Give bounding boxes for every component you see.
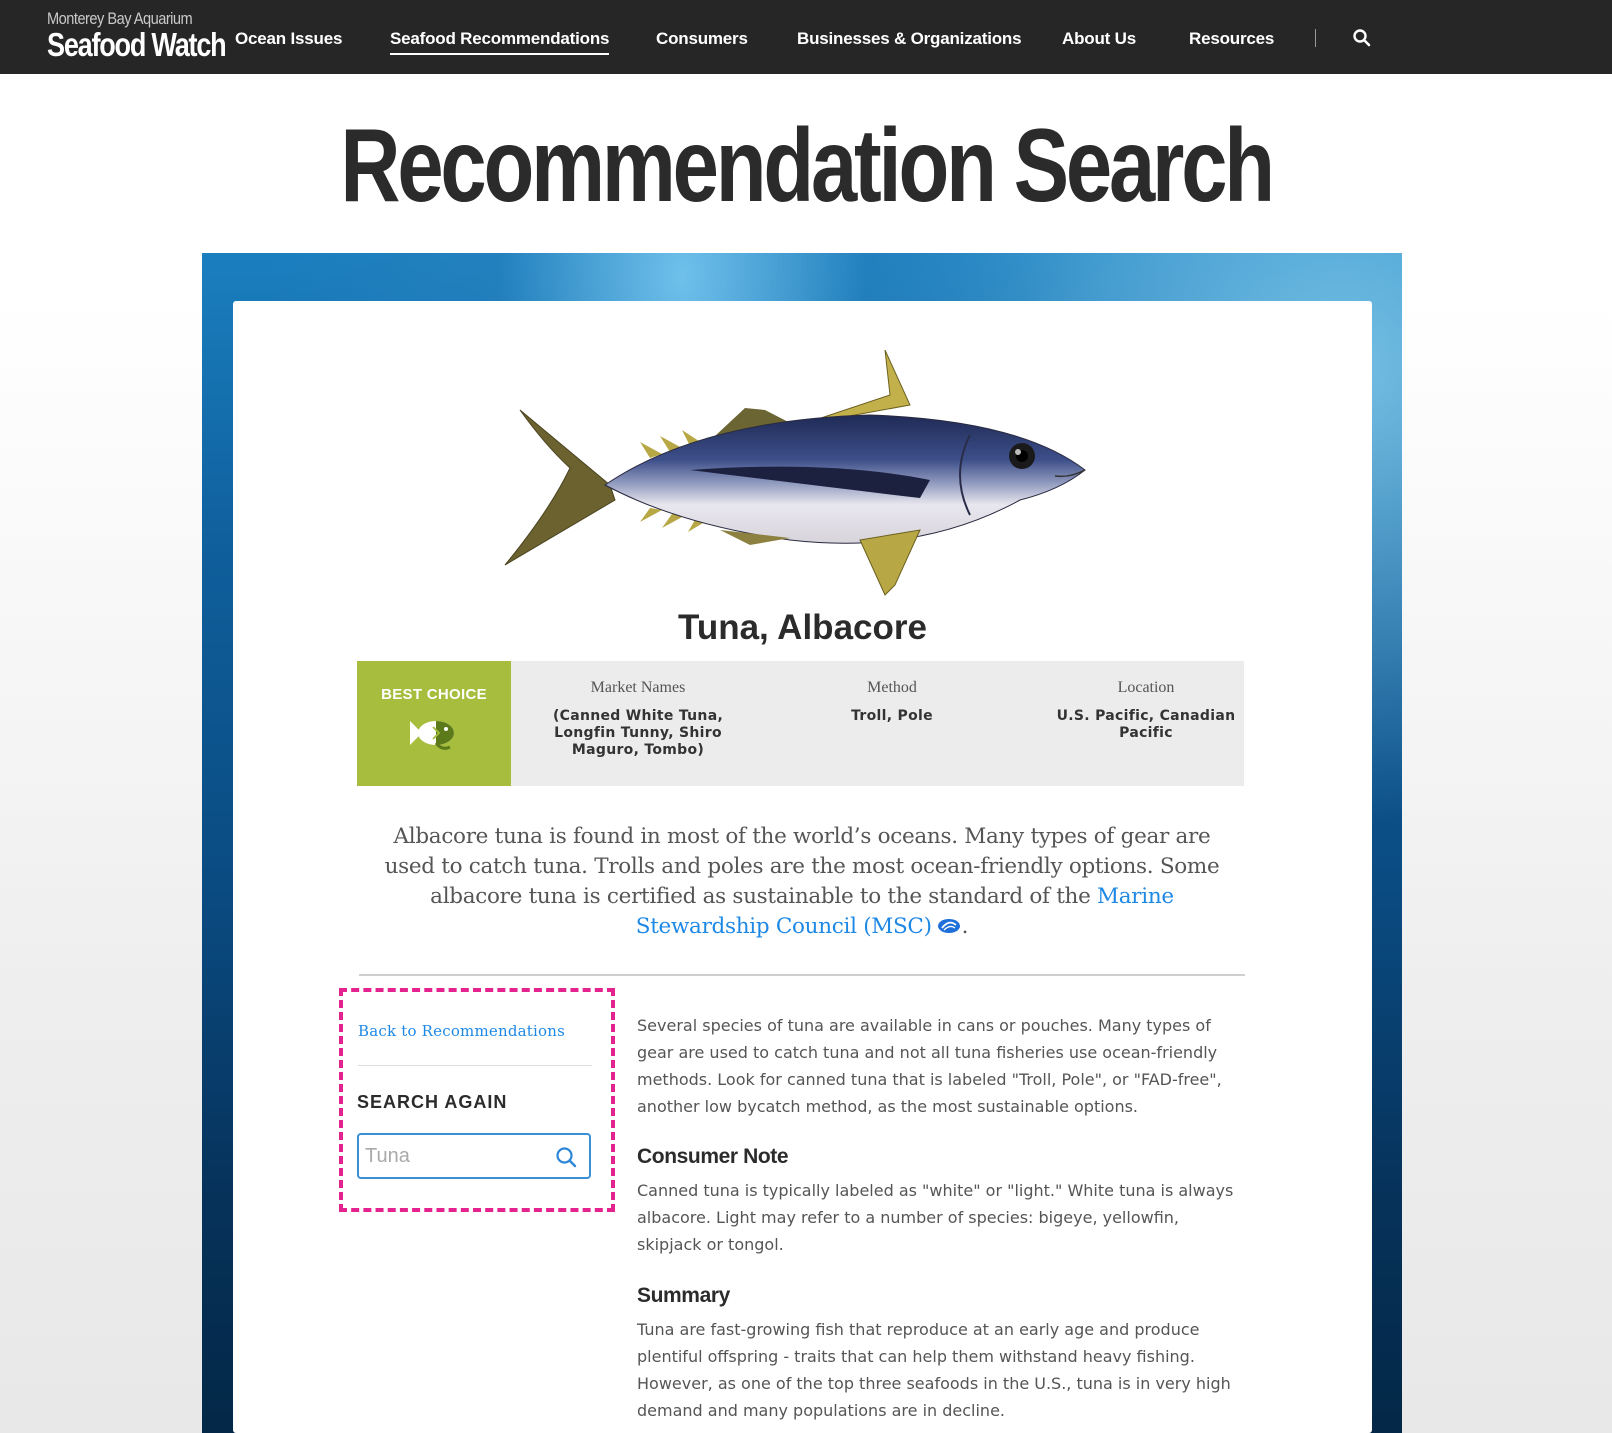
method-label: Method [867, 679, 917, 696]
nav-businesses-organizations[interactable]: Businesses & Organizations [797, 29, 1022, 49]
sidebar-divider [358, 1065, 592, 1066]
market-names-value: (Canned White Tuna, Longfin Tunny, Shiro… [552, 708, 724, 758]
logo-title: Seafood Watch [47, 26, 227, 63]
nav-seafood-recommendations[interactable]: Seafood Recommendations [390, 29, 609, 55]
summary-heading: Summary [637, 1284, 730, 1307]
nav-about-us[interactable]: About Us [1062, 29, 1136, 49]
fish-icon [410, 721, 454, 750]
search-again-field [357, 1133, 591, 1179]
species-intro: Albacore tuna is found in most of the wo… [372, 822, 1232, 942]
msc-logo-icon [937, 919, 960, 933]
method-value: Troll, Pole [851, 708, 933, 724]
consumer-note-text: Canned tuna is typically labeled as "whi… [637, 1181, 1234, 1254]
nav-consumers[interactable]: Consumers [656, 29, 748, 49]
location-value: U.S. Pacific, Canadian Pacific [1056, 708, 1236, 741]
location-column: Location U.S. Pacific, Canadian Pacific [1019, 679, 1273, 742]
page-title: Recommendation Search [340, 108, 1275, 224]
intro-end: . [961, 914, 969, 939]
method-column: Method Troll, Pole [765, 679, 1019, 725]
back-to-recommendations-link[interactable]: Back to Recommendations [358, 1022, 565, 1040]
summary-text: Tuna are fast-growing fish that reproduc… [637, 1320, 1231, 1420]
best-choice-label: BEST CHOICE [381, 686, 487, 703]
seafood-watch-logo[interactable]: Monterey Bay Aquarium Seafood Watch [47, 9, 227, 63]
search-again-heading: SEARCH AGAIN [357, 1092, 508, 1112]
rating-bar: BEST CHOICE Market Names (Canned White T… [357, 661, 1244, 786]
tuna-overview-paragraph: Several species of tuna are available in… [637, 1016, 1222, 1116]
market-names-column: Market Names (Canned White Tuna, Longfin… [511, 679, 765, 759]
nav-ocean-issues[interactable]: Ocean Issues [235, 29, 342, 49]
best-choice-badge: BEST CHOICE [357, 661, 511, 786]
species-name: Tuna, Albacore [678, 608, 927, 647]
market-names-label: Market Names [590, 679, 686, 696]
nav-resources[interactable]: Resources [1189, 29, 1274, 49]
intro-text: Albacore tuna is found in most of the wo… [384, 824, 1220, 909]
search-icon[interactable] [1352, 28, 1372, 48]
content-divider [359, 974, 1245, 976]
search-submit-icon[interactable] [555, 1146, 577, 1168]
location-label: Location [1117, 679, 1175, 696]
albacore-tuna-illustration [504, 350, 1086, 596]
search-again-input[interactable] [365, 1142, 545, 1170]
nav-divider [1315, 29, 1316, 47]
consumer-note-heading: Consumer Note [637, 1145, 789, 1168]
top-nav: Monterey Bay Aquarium Seafood Watch Ocea… [0, 0, 1612, 74]
